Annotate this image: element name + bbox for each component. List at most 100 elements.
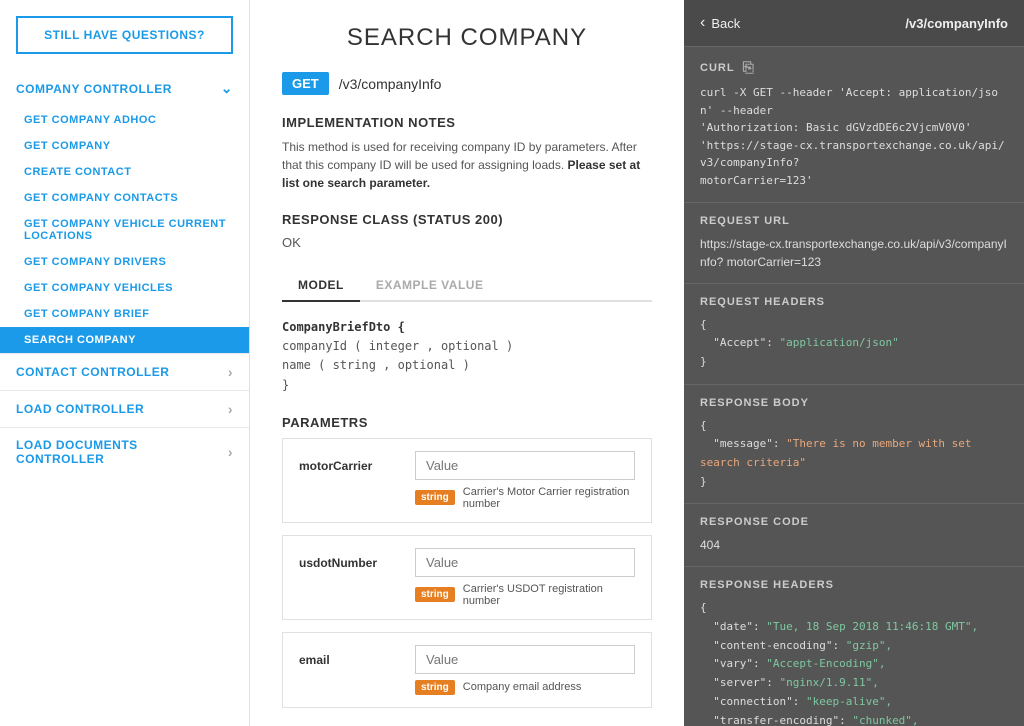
request-url-title: REQUEST URL bbox=[700, 215, 1008, 227]
param-type-badge-usdotNumber: string bbox=[415, 587, 455, 602]
sidebar-load-documents-controller-header[interactable]: LOAD DOCUMENTS CONTROLLER › bbox=[0, 427, 249, 476]
param-input-area-email: string Company email address bbox=[415, 645, 635, 695]
resp-headers-open-brace: { bbox=[700, 601, 707, 614]
chevron-down-icon: ⌄ bbox=[221, 80, 233, 97]
chevron-right-icon-3: › bbox=[228, 444, 233, 460]
sidebar-company-controller-header[interactable]: COMPANY CONTROLLER ⌄ bbox=[0, 70, 249, 107]
resp-header-transfer: "transfer-encoding": "chunked", bbox=[700, 714, 919, 726]
sidebar-item-get-company-brief[interactable]: GET COMPANY BRIEF bbox=[0, 301, 249, 327]
param-type-row-motorCarrier: string Carrier's Motor Carrier registrat… bbox=[415, 486, 635, 510]
param-input-email[interactable] bbox=[415, 645, 635, 674]
req-headers-close-brace: } bbox=[700, 355, 707, 368]
sidebar-item-create-contact[interactable]: CREATE CONTACT bbox=[0, 159, 249, 185]
param-type-badge-motorCarrier: string bbox=[415, 490, 455, 505]
still-questions-button[interactable]: STILL HAVE QUESTIONS? bbox=[16, 16, 233, 54]
resp-body-open-brace: { bbox=[700, 419, 707, 432]
param-desc-usdotNumber: Carrier's USDOT registration number bbox=[463, 583, 635, 607]
param-desc-motorCarrier: Carrier's Motor Carrier registration num… bbox=[463, 486, 635, 510]
req-headers-open-brace: { bbox=[700, 318, 707, 331]
sidebar-contact-controller-header[interactable]: CONTACT CONTROLLER › bbox=[0, 353, 249, 390]
sidebar-load-controller-header[interactable]: LOAD CONTROLLER › bbox=[0, 390, 249, 427]
curl-title: CURL ⎘ bbox=[700, 59, 1008, 76]
page-title: SEARCH COMPANY bbox=[282, 24, 652, 52]
param-input-usdotNumber[interactable] bbox=[415, 548, 635, 577]
request-headers-section: REQUEST HEADERS { "Accept": "application… bbox=[684, 284, 1024, 385]
request-url-section: REQUEST URL https://stage-cx.transportex… bbox=[684, 203, 1024, 284]
sidebar-item-get-company-contacts[interactable]: GET COMPANY CONTACTS bbox=[0, 185, 249, 211]
param-row-email: email string Company email address bbox=[299, 645, 635, 695]
sidebar: STILL HAVE QUESTIONS? COMPANY CONTROLLER… bbox=[0, 0, 250, 726]
resp-header-date: "date": "Tue, 18 Sep 2018 11:46:18 GMT", bbox=[700, 620, 978, 633]
sidebar-load-controller-label: LOAD CONTROLLER bbox=[16, 402, 144, 416]
implementation-notes-title: IMPLEMENTATION NOTES bbox=[282, 115, 652, 130]
tab-model[interactable]: MODEL bbox=[282, 270, 360, 302]
response-headers-title: RESPONSE HEADERS bbox=[700, 579, 1008, 591]
method-path: /v3/companyInfo bbox=[339, 76, 442, 92]
sidebar-item-get-company-adhoc[interactable]: GET COMPANY ADHOC bbox=[0, 107, 249, 133]
response-class: RESPONSE CLASS (STATUS 200) OK bbox=[282, 212, 652, 250]
back-button[interactable]: ‹ Back bbox=[700, 14, 740, 32]
model-field-1: name ( string , optional ) bbox=[282, 356, 652, 375]
sidebar-load-documents-label: LOAD DOCUMENTS CONTROLLER bbox=[16, 438, 228, 466]
sidebar-company-controller-label: COMPANY CONTROLLER bbox=[16, 82, 172, 96]
model-class-name: CompanyBriefDto { bbox=[282, 318, 652, 337]
param-type-row-usdotNumber: string Carrier's USDOT registration numb… bbox=[415, 583, 635, 607]
implementation-notes: IMPLEMENTATION NOTES This method is used… bbox=[282, 115, 652, 192]
main-content: SEARCH COMPANY GET /v3/companyInfo IMPLE… bbox=[250, 0, 684, 726]
chevron-right-icon: › bbox=[228, 364, 233, 380]
response-body-content: { "message": "There is no member with se… bbox=[700, 417, 1008, 492]
param-block-email: email string Company email address bbox=[282, 632, 652, 708]
response-ok: OK bbox=[282, 235, 652, 250]
response-body-section: RESPONSE BODY { "message": "There is no … bbox=[684, 385, 1024, 505]
param-name-email: email bbox=[299, 645, 399, 667]
resp-body-close-brace: } bbox=[700, 475, 707, 488]
sidebar-item-search-company[interactable]: SEARCH COMPANY bbox=[0, 327, 249, 353]
req-headers-accept-key: "Accept": bbox=[713, 336, 773, 349]
param-name-motorCarrier: motorCarrier bbox=[299, 451, 399, 473]
resp-body-message-key: "message": bbox=[713, 437, 779, 450]
request-headers-content: { "Accept": "application/json" } bbox=[700, 316, 1008, 372]
method-badge: GET bbox=[282, 72, 329, 95]
request-url-content: https://stage-cx.transportexchange.co.uk… bbox=[700, 235, 1008, 271]
tabs-row: MODEL EXAMPLE VALUE bbox=[282, 270, 652, 302]
response-class-title: RESPONSE CLASS (STATUS 200) bbox=[282, 212, 652, 227]
resp-header-encoding: "content-encoding": "gzip", bbox=[700, 639, 892, 652]
request-headers-title: REQUEST HEADERS bbox=[700, 296, 1008, 308]
model-field-0: companyId ( integer , optional ) bbox=[282, 337, 652, 356]
param-row-motorCarrier: motorCarrier string Carrier's Motor Carr… bbox=[299, 451, 635, 510]
resp-header-connection: "connection": "keep-alive", bbox=[700, 695, 892, 708]
response-code-section: RESPONSE CODE 404 bbox=[684, 504, 1024, 567]
sidebar-item-get-company-vehicles[interactable]: GET COMPANY VEHICLES bbox=[0, 275, 249, 301]
resp-header-server: "server": "nginx/1.9.11", bbox=[700, 676, 879, 689]
param-block-motorCarrier: motorCarrier string Carrier's Motor Carr… bbox=[282, 438, 652, 523]
param-type-row-email: string Company email address bbox=[415, 680, 635, 695]
sidebar-item-get-company-drivers[interactable]: GET COMPANY DRIVERS bbox=[0, 249, 249, 275]
response-code-title: RESPONSE CODE bbox=[700, 516, 1008, 528]
response-body-title: RESPONSE BODY bbox=[700, 397, 1008, 409]
param-block-usdotNumber: usdotNumber string Carrier's USDOT regis… bbox=[282, 535, 652, 620]
right-panel: ‹ Back /v3/companyInfo CURL ⎘ curl -X GE… bbox=[684, 0, 1024, 726]
panel-path: /v3/companyInfo bbox=[905, 16, 1008, 31]
param-input-area-usdotNumber: string Carrier's USDOT registration numb… bbox=[415, 548, 635, 607]
response-code-value: 404 bbox=[700, 536, 1008, 554]
response-headers-section: RESPONSE HEADERS { "date": "Tue, 18 Sep … bbox=[684, 567, 1024, 726]
right-panel-header: ‹ Back /v3/companyInfo bbox=[684, 0, 1024, 47]
sidebar-item-get-company[interactable]: GET COMPANY bbox=[0, 133, 249, 159]
back-label: Back bbox=[711, 16, 740, 31]
copy-icon[interactable]: ⎘ bbox=[743, 59, 755, 76]
method-bar: GET /v3/companyInfo bbox=[282, 72, 652, 95]
param-input-motorCarrier[interactable] bbox=[415, 451, 635, 480]
sidebar-item-get-vehicle-locations[interactable]: GET COMPANY VEHICLE CURRENT LOCATIONS bbox=[0, 211, 249, 249]
model-field-2: } bbox=[282, 376, 652, 395]
chevron-right-icon-2: › bbox=[228, 401, 233, 417]
tab-example-value[interactable]: EXAMPLE VALUE bbox=[360, 270, 500, 302]
param-row-usdotNumber: usdotNumber string Carrier's USDOT regis… bbox=[299, 548, 635, 607]
model-content: CompanyBriefDto { companyId ( integer , … bbox=[282, 318, 652, 395]
response-headers-content: { "date": "Tue, 18 Sep 2018 11:46:18 GMT… bbox=[700, 599, 1008, 726]
sidebar-contact-controller-label: CONTACT CONTROLLER bbox=[16, 365, 169, 379]
param-name-usdotNumber: usdotNumber bbox=[299, 548, 399, 570]
parameters-heading: PARAMETRS bbox=[282, 415, 652, 430]
req-headers-accept-value: "application/json" bbox=[779, 336, 898, 349]
param-input-area-motorCarrier: string Carrier's Motor Carrier registrat… bbox=[415, 451, 635, 510]
curl-section: CURL ⎘ curl -X GET --header 'Accept: app… bbox=[684, 47, 1024, 203]
